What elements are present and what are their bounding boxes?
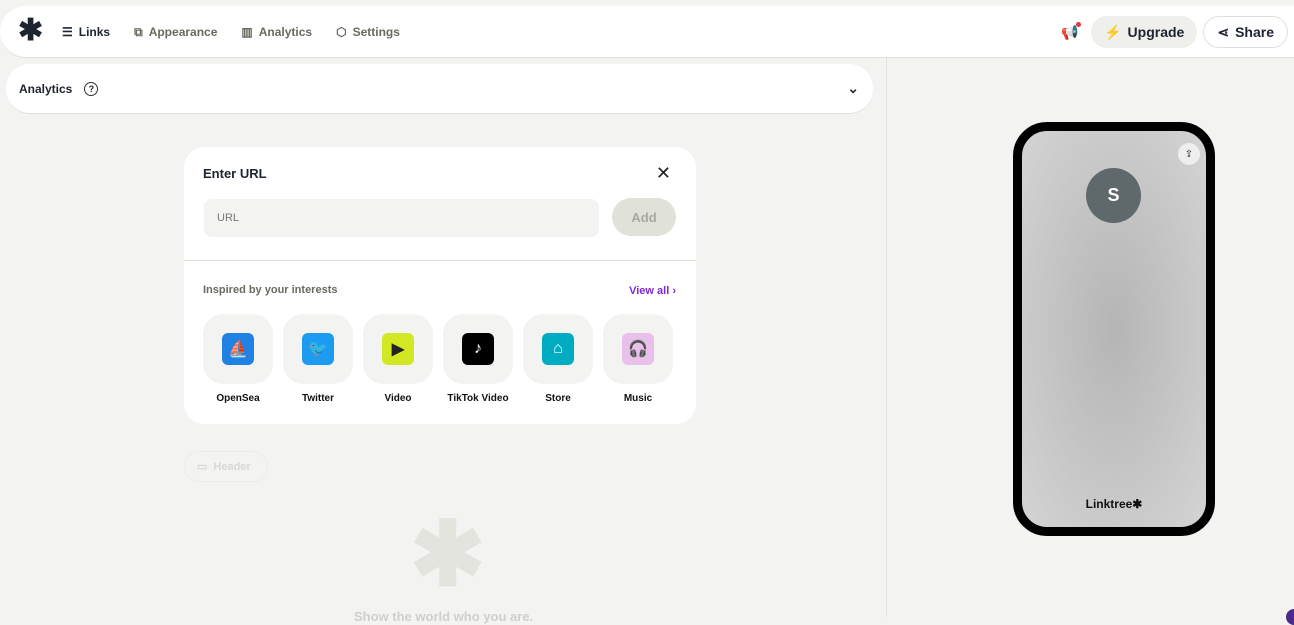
video-icon: ▶ [382, 333, 414, 365]
nav-links[interactable]: ☰ Links [62, 25, 110, 39]
add-link-modal: Enter URL ✕ Add Inspired by your interes… [184, 147, 696, 424]
tile-box: ⌂ [523, 314, 593, 384]
url-input[interactable] [204, 199, 599, 237]
tile-label: Twitter [301, 393, 335, 404]
share-icon[interactable]: ⇪ [1178, 143, 1200, 165]
upgrade-label: Upgrade [1127, 24, 1185, 40]
share-label: Share [1235, 24, 1274, 40]
chevron-down-icon[interactable]: ⌄ [847, 80, 859, 97]
suggestion-tiles: ⛵ OpenSea 🐦 Twitter ▶ Video ♪ TikTok Video ⌂ Stor… [203, 314, 673, 404]
help-widget[interactable] [1286, 609, 1294, 625]
opensea-icon: ⛵ [222, 333, 254, 365]
top-bar: ✱ ☰ Links ⧉ Appearance ▥ Analytics ⬡ Setting… [0, 6, 1294, 58]
view-all-label: View all [629, 285, 670, 297]
header-label: Header [213, 460, 251, 473]
view-all-link[interactable]: View all › [629, 285, 676, 297]
nav-appearance-label: Appearance [148, 25, 218, 39]
twitter-icon: 🐦 [302, 333, 334, 365]
help-icon[interactable]: ? [84, 81, 99, 96]
tile-box: 🎧 [603, 314, 673, 384]
tile-box: ♪ [443, 314, 513, 384]
nav-appearance[interactable]: ⧉ Appearance [134, 25, 217, 40]
suggestion-tile[interactable]: ⛵ OpenSea [203, 314, 273, 404]
announcements-button[interactable]: 📢 [1055, 17, 1085, 47]
suggestions-heading: Inspired by your interests [203, 284, 338, 296]
close-icon[interactable]: ✕ [656, 163, 671, 184]
tile-label: Music [623, 393, 653, 404]
nav-settings[interactable]: ⬡ Settings [336, 25, 400, 39]
suggestion-tile[interactable]: 🎧 Music [603, 314, 673, 404]
linktree-watermark-icon: ✱ [410, 505, 486, 605]
add-button[interactable]: Add [612, 198, 676, 236]
tile-box: 🐦 [283, 314, 353, 384]
avatar: S [1086, 168, 1141, 223]
upgrade-button[interactable]: ⚡ Upgrade [1091, 16, 1198, 48]
suggestion-tile[interactable]: ⌂ Store [523, 314, 593, 404]
tile-box: ▶ [363, 314, 433, 384]
divider [886, 58, 887, 617]
nav-analytics[interactable]: ▥ Analytics [241, 25, 312, 39]
store-icon: ⌂ [542, 333, 574, 365]
suggestion-tile[interactable]: ♪ TikTok Video [443, 314, 513, 404]
suggestion-tile[interactable]: ▶ Video [363, 314, 433, 404]
share-icon: ⋖ [1217, 23, 1230, 40]
tile-label: Store [545, 393, 571, 404]
tile-label: TikTok Video [447, 393, 509, 404]
lightning-icon: ⚡ [1104, 23, 1122, 40]
modal-title: Enter URL [203, 166, 267, 181]
main-nav: ☰ Links ⧉ Appearance ▥ Analytics ⬡ Settings [62, 6, 400, 58]
music-icon: 🎧 [622, 333, 654, 365]
gear-icon: ⬡ [336, 25, 347, 39]
phone-preview: ⇪ S Linktree✱ [1013, 122, 1215, 536]
analytics-panel[interactable]: Analytics ? ⌄ [6, 64, 873, 114]
shapes-icon: ⧉ [134, 24, 143, 39]
links-icon: ☰ [62, 25, 73, 39]
analytics-title: Analytics [19, 81, 73, 96]
tile-box: ⛵ [203, 314, 273, 384]
chart-icon: ▥ [241, 25, 253, 39]
chevron-right-icon: › [672, 285, 676, 297]
linktree-logo-icon[interactable]: ✱ [18, 16, 43, 46]
linktree-brand: Linktree✱ [1085, 497, 1143, 511]
header-icon: ▭ [197, 461, 208, 473]
add-header-button[interactable]: ▭ Header [184, 451, 268, 482]
tile-label: OpenSea [216, 393, 260, 404]
suggestion-tile[interactable]: 🐦 Twitter [283, 314, 353, 404]
tiktok-video-icon: ♪ [462, 333, 494, 365]
notification-dot [1076, 22, 1082, 27]
divider [184, 260, 696, 261]
tile-label: Video [384, 393, 412, 404]
nav-analytics-label: Analytics [258, 25, 313, 39]
nav-links-label: Links [78, 25, 111, 39]
nav-settings-label: Settings [352, 25, 400, 39]
share-button[interactable]: ⋖ Share [1203, 16, 1288, 48]
